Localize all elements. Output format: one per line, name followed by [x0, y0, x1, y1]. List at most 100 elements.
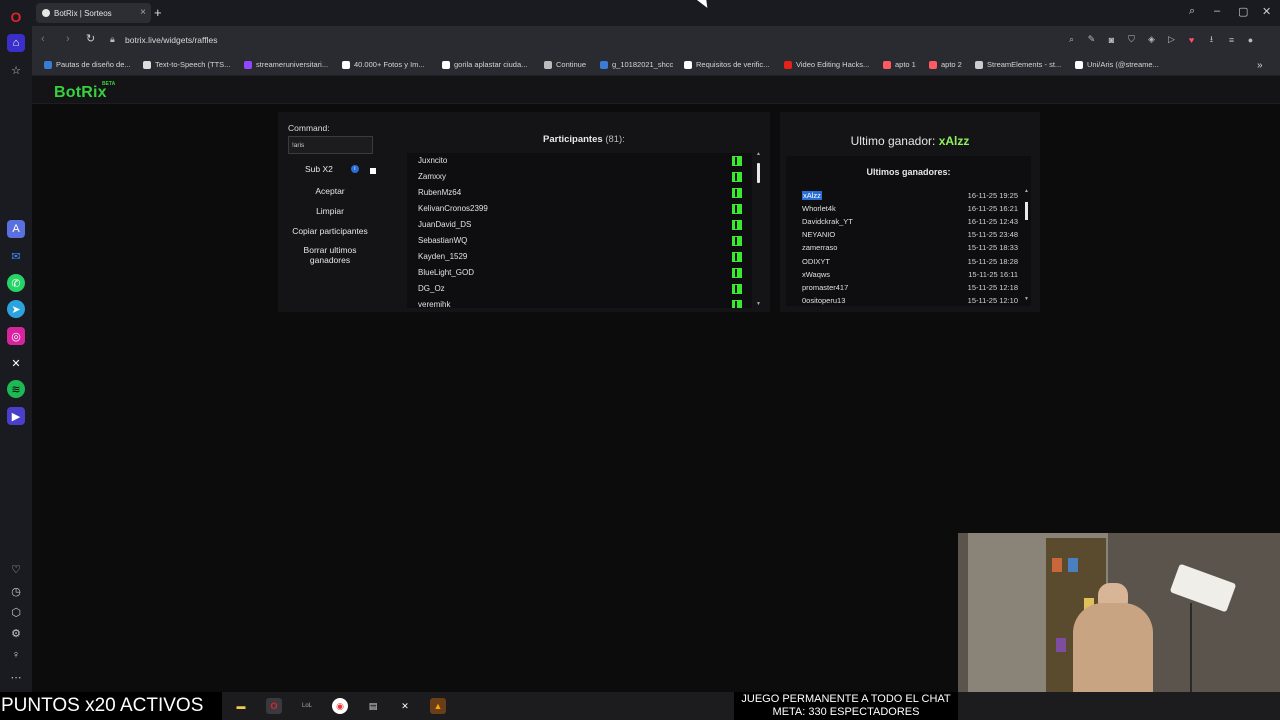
bookmark-item[interactable]: 40.000+ Fotos y Im...: [342, 60, 425, 69]
speed-dial-icon[interactable]: ☆: [7, 61, 25, 79]
aria-icon[interactable]: A: [7, 220, 25, 238]
scroll-down-icon[interactable]: ▼: [1024, 296, 1029, 302]
opera-taskbar-icon[interactable]: O: [266, 698, 282, 714]
winners-scrollbar[interactable]: ▲ ▼: [1024, 188, 1029, 302]
more-bookmarks-icon[interactable]: »: [1257, 60, 1263, 71]
heart-icon[interactable]: ♡: [7, 560, 25, 578]
list-item[interactable]: Juxncito: [407, 153, 742, 169]
bookmark-item[interactable]: Pautas de diseño de...: [44, 60, 131, 69]
bookmark-item[interactable]: gorila aplastar ciuda...: [442, 60, 527, 69]
winner-date: 15-11-25 16:11: [968, 270, 1018, 279]
search-icon[interactable]: ⌕: [1066, 34, 1077, 45]
delete-winners-button[interactable]: Borrar ultimos ganadores: [288, 245, 372, 265]
download-icon[interactable]: ⭳: [1206, 34, 1217, 45]
list-item[interactable]: DG_Oz: [407, 281, 742, 297]
participant-name: Kayden_1529: [418, 252, 468, 261]
tips-icon[interactable]: ♀: [7, 646, 25, 664]
instagram-icon[interactable]: ◎: [7, 327, 25, 345]
heart-filled-icon[interactable]: ♥: [1186, 34, 1197, 45]
list-item[interactable]: BlueLight_GOD: [407, 265, 742, 281]
bookmark-icon: [883, 60, 891, 69]
reload-button[interactable]: ↻: [86, 32, 95, 45]
shield-icon[interactable]: ⛉: [1126, 34, 1137, 45]
taskbar: PUNTOS x20 ACTIVOS ▬ O LoL ◉ ▤ ✕ ▲ JUEGO…: [0, 692, 1280, 720]
participants-scrollbar[interactable]: ▲ ▼: [756, 151, 762, 308]
forward-button[interactable]: ›: [66, 33, 70, 45]
bookmark-item[interactable]: Continue: [544, 60, 586, 69]
sub-x2-checkbox[interactable]: [370, 168, 376, 174]
bookmark-item[interactable]: apto 2: [929, 60, 962, 69]
list-item[interactable]: KelivanCronos2399: [407, 201, 742, 217]
whatsapp-icon[interactable]: ✆: [7, 274, 25, 292]
winner-date: 16-11-25 12:43: [967, 217, 1018, 226]
bookmark-item[interactable]: Video Editing Hacks...: [784, 60, 869, 69]
botrix-logo[interactable]: BotRix: [54, 84, 107, 102]
winner-row: Davidckrak_YT 16-11-25 12:43: [796, 217, 1018, 230]
new-tab-button[interactable]: +: [154, 5, 162, 20]
info-icon[interactable]: i: [350, 165, 359, 173]
spotify-icon[interactable]: ≋: [7, 380, 25, 398]
opera-logo-icon[interactable]: O: [7, 8, 25, 26]
bookmark-item[interactable]: Text-to-Speech (TTS...: [143, 60, 230, 69]
command-input[interactable]: [288, 136, 373, 154]
minimize-button[interactable]: –: [1214, 5, 1220, 17]
messenger-icon[interactable]: ✉: [7, 247, 25, 265]
winner-row: ODIXYT 15-11-25 18:28: [796, 257, 1018, 270]
history-icon[interactable]: ◷: [7, 582, 25, 600]
winners-panel: Ultimo ganador: xAlzz Ultimos ganadores:…: [780, 112, 1040, 312]
more-icon[interactable]: ⋯: [7, 668, 25, 686]
scroll-up-icon[interactable]: ▲: [756, 151, 761, 157]
vpn-icon[interactable]: ◈: [1146, 34, 1157, 45]
close-tab-icon[interactable]: ×: [140, 7, 146, 18]
menu-icon[interactable]: ≡: [1226, 34, 1237, 45]
league-icon[interactable]: LoL: [299, 698, 315, 714]
edit-icon[interactable]: ✎: [1086, 34, 1097, 45]
list-item[interactable]: veremihk: [407, 297, 742, 308]
maximize-button[interactable]: ▢: [1238, 5, 1248, 18]
scrollbar-thumb[interactable]: [757, 163, 760, 183]
bookmark-item[interactable]: apto 1: [883, 60, 916, 69]
winner-date: 16-11-25 19:25: [967, 191, 1018, 200]
bookmark-item[interactable]: StreamElements - st...: [975, 60, 1061, 69]
file-explorer-icon[interactable]: ▬: [233, 698, 249, 714]
home-icon[interactable]: ⌂: [7, 34, 25, 52]
search-tabs-icon[interactable]: ⌕: [1189, 5, 1195, 18]
play-icon[interactable]: ▷: [1166, 34, 1177, 45]
kick-icon: [732, 220, 742, 230]
bookmark-item[interactable]: g_10182021_shcc: [600, 60, 673, 69]
camera-icon[interactable]: ◙: [1106, 34, 1117, 45]
back-button[interactable]: ‹: [41, 33, 45, 45]
url-field[interactable]: botrix.live/widgets/raffles: [125, 35, 217, 45]
accept-button[interactable]: Aceptar: [288, 186, 372, 196]
tab-botrix[interactable]: BotRix | Sorteos ×: [36, 3, 151, 23]
list-item[interactable]: Zamxxy: [407, 169, 742, 185]
list-item[interactable]: Kayden_1529: [407, 249, 742, 265]
bookmark-item[interactable]: streameruniversitari...: [244, 60, 328, 69]
list-item[interactable]: SebastianWQ: [407, 233, 742, 249]
x-twitter-icon[interactable]: ✕: [7, 354, 25, 372]
chrome-icon[interactable]: ◉: [332, 698, 348, 714]
recent-winners-box: Ultimos ganadores: xAlzz 16-11-25 19:25 W…: [786, 156, 1031, 306]
game-icon[interactable]: ▲: [430, 698, 446, 714]
close-window-button[interactable]: ✕: [1262, 5, 1271, 18]
tab-favicon-icon: [42, 9, 50, 17]
profile-icon[interactable]: ●: [1245, 34, 1256, 45]
telegram-icon[interactable]: ➤: [7, 300, 25, 318]
scroll-down-icon[interactable]: ▼: [756, 301, 761, 307]
clear-button[interactable]: Limpiar: [288, 206, 372, 216]
extensions-icon[interactable]: ⬡: [7, 603, 25, 621]
settings-icon[interactable]: ⚙: [7, 624, 25, 642]
winner-name: ODIXYT: [802, 257, 830, 266]
x-app-icon[interactable]: ✕: [397, 698, 413, 714]
bookmark-item[interactable]: Uni/Aris (@streame...: [1075, 60, 1159, 69]
app-icon[interactable]: ▤: [365, 698, 381, 714]
scroll-up-icon[interactable]: ▲: [1024, 188, 1029, 194]
scrollbar-thumb[interactable]: [1025, 202, 1028, 220]
bookmark-item[interactable]: Requisitos de verific...: [684, 60, 769, 69]
list-item[interactable]: JuanDavid_DS: [407, 217, 742, 233]
player-icon[interactable]: ▶: [7, 407, 25, 425]
winner-name: xWaqws: [802, 270, 831, 279]
copy-participants-button[interactable]: Copiar participantes: [288, 226, 372, 236]
bookmark-label: StreamElements - st...: [987, 60, 1062, 69]
list-item[interactable]: RubenMz64: [407, 185, 742, 201]
